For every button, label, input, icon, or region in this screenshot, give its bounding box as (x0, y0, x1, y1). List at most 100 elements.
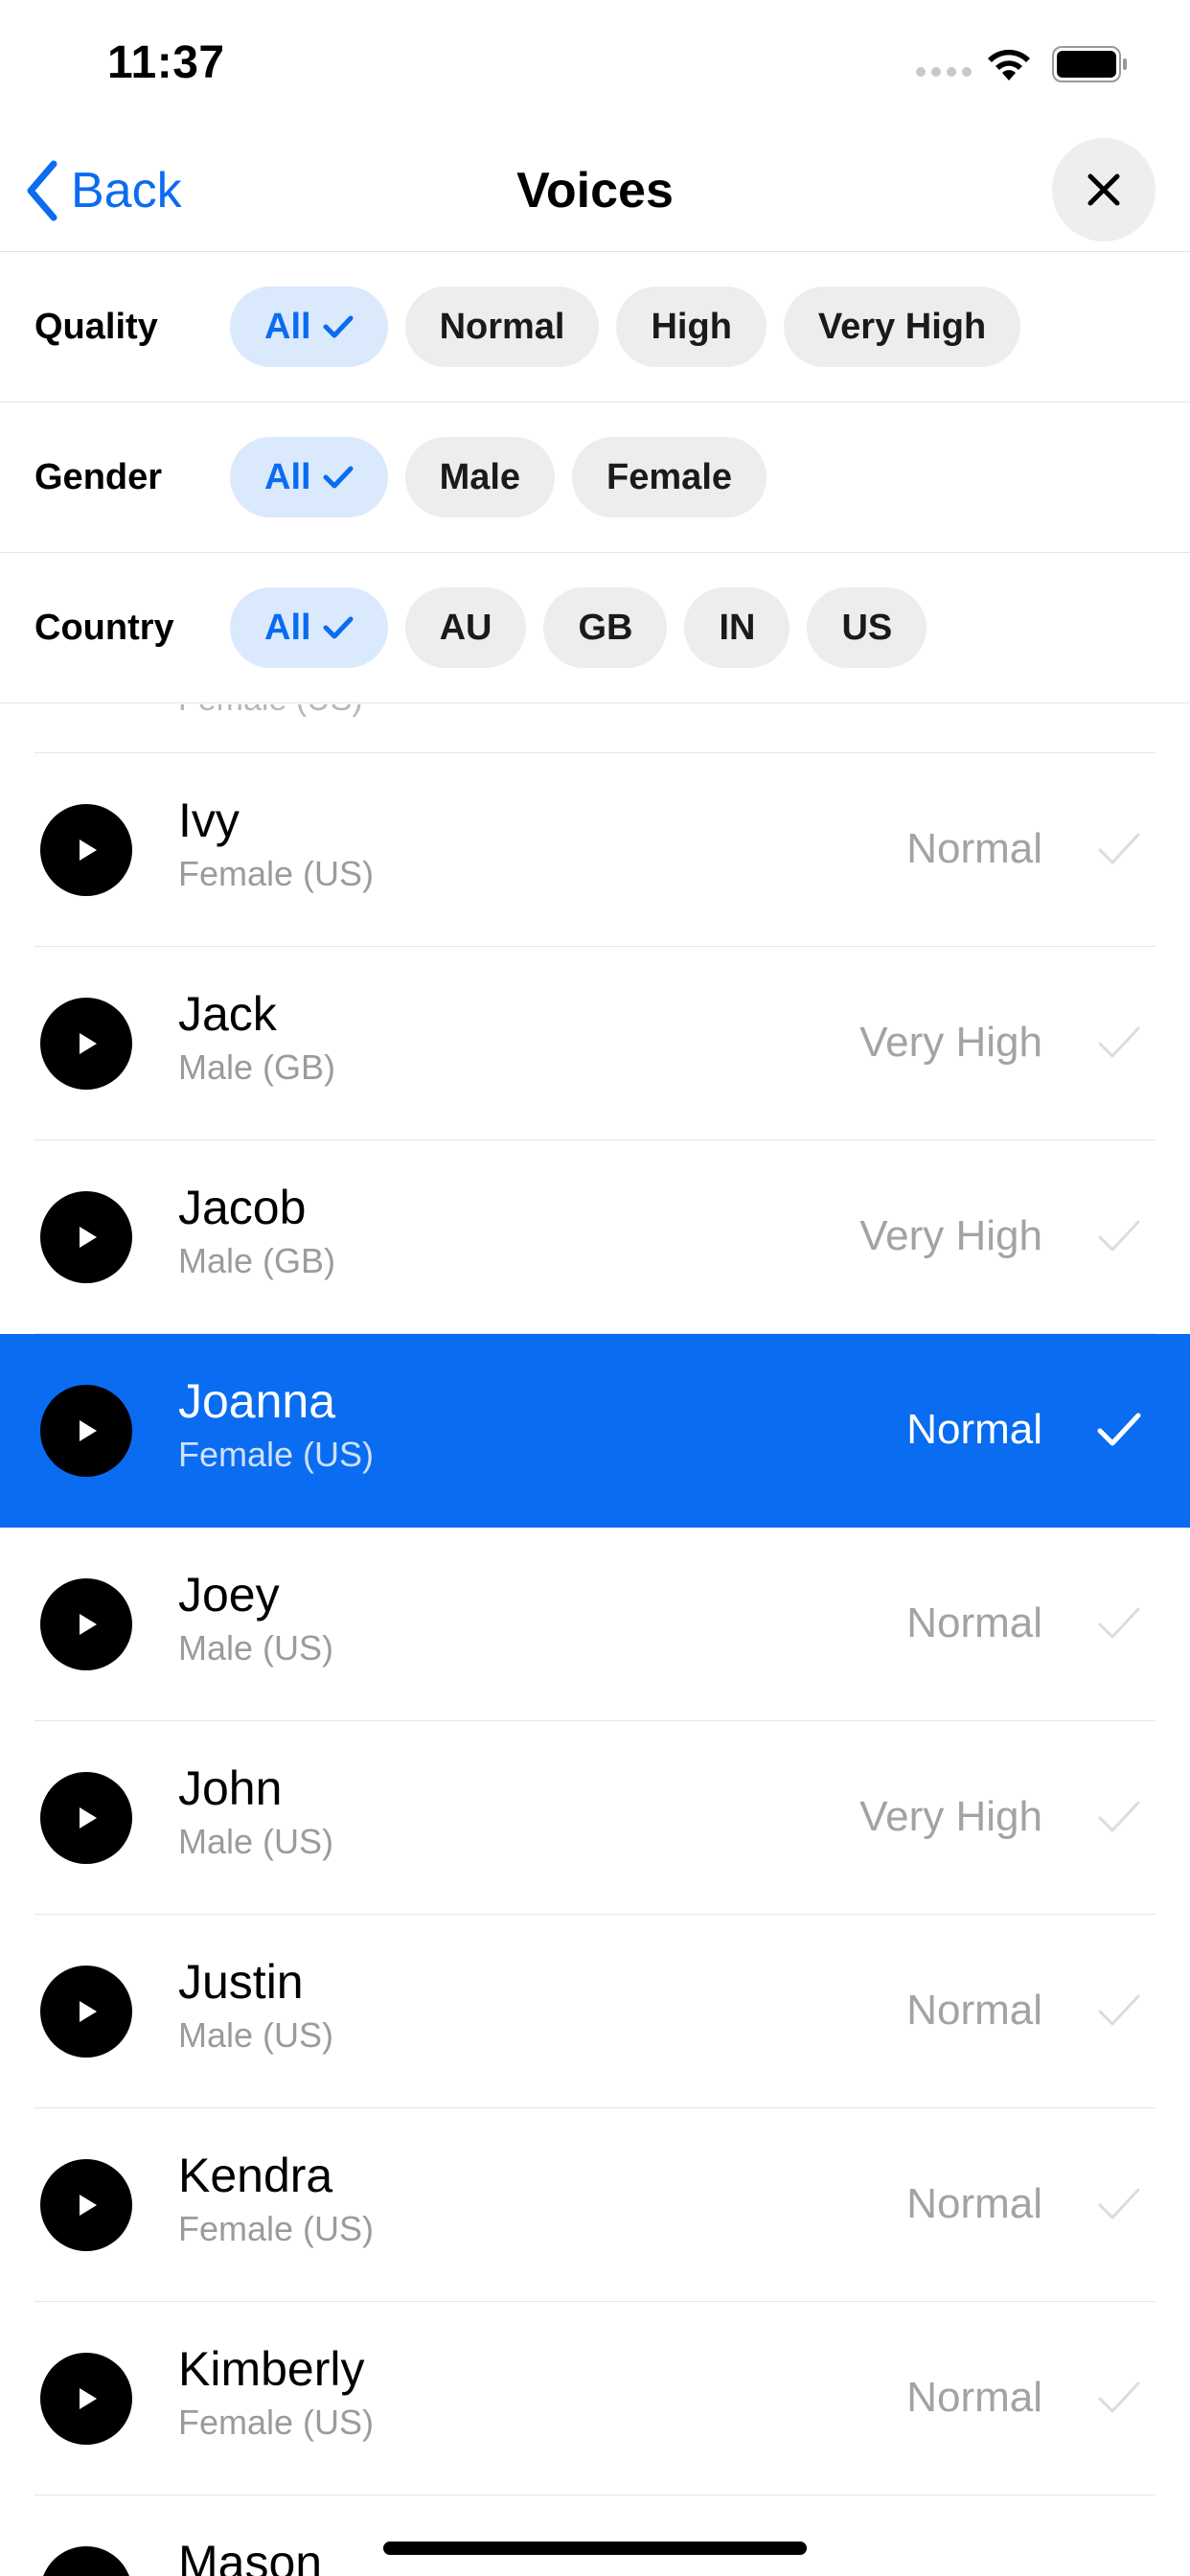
play-button[interactable] (40, 2159, 132, 2251)
chip-label: All (264, 456, 311, 497)
status-bar: 11:37 (0, 0, 1190, 128)
voice-quality: Normal (906, 1406, 1042, 1453)
voice-name: Jack (178, 987, 277, 1041)
play-button[interactable] (40, 1772, 132, 1864)
checkmark-icon (323, 616, 354, 639)
quality-filter-chips: All Normal High Very High (230, 287, 1021, 367)
voice-row[interactable]: Jack Male (GB) Very High (0, 947, 1190, 1140)
play-button[interactable] (40, 998, 132, 1090)
country-chip-gb[interactable]: GB (543, 587, 668, 668)
checkmark-icon (1098, 2381, 1140, 2413)
checkmark-icon (1098, 1220, 1140, 1252)
country-chip-in[interactable]: IN (684, 587, 790, 668)
voice-row[interactable]: Kimberly Female (US) Normal (0, 2302, 1190, 2496)
close-icon (1087, 173, 1120, 206)
voice-row[interactable]: Mason (0, 2496, 1190, 2576)
voice-detail: Male (US) (178, 2015, 334, 2055)
voice-quality: Normal (906, 825, 1042, 872)
voice-detail: Male (US) (178, 1822, 334, 1861)
close-button[interactable] (1052, 138, 1156, 242)
voice-detail: Female (US) (178, 854, 375, 893)
voice-row[interactable]: Joey Male (US) Normal (0, 1528, 1190, 1721)
checkmark-icon (1098, 1607, 1140, 1639)
voice-name: Joanna (178, 1374, 336, 1428)
voice-list[interactable]: Female (US) Ivy Female (US) Normal Jack Male… (0, 704, 1190, 2576)
play-button[interactable] (40, 1578, 132, 1670)
voice-detail: Female (US) (178, 2209, 375, 2248)
checkmark-icon (1098, 2188, 1140, 2220)
country-filter-chips: All AU GB IN US (230, 587, 927, 668)
play-button[interactable] (40, 1191, 132, 1283)
quality-chip-high[interactable]: High (616, 287, 767, 367)
checkmark-icon (1098, 1026, 1140, 1058)
status-time: 11:37 (107, 37, 225, 88)
voice-name: Joey (178, 1568, 280, 1622)
gender-chip-all[interactable]: All (230, 437, 388, 518)
chip-label: AU (439, 607, 492, 648)
gender-filter-row: Gender All Male Female (0, 402, 1190, 553)
quality-chip-very-high[interactable]: Very High (783, 287, 1021, 367)
play-icon (80, 2388, 97, 2409)
play-button[interactable] (40, 1385, 132, 1477)
play-icon (80, 1807, 97, 1828)
chip-label: Female (606, 456, 733, 497)
voice-quality: Normal (906, 1987, 1042, 2034)
battery-icon (1052, 46, 1127, 82)
play-button[interactable] (40, 2546, 132, 2576)
voice-row[interactable]: Kendra Female (US) Normal (0, 2108, 1190, 2302)
wifi-icon (988, 49, 1030, 80)
voice-quality: Normal (906, 1599, 1042, 1646)
chip-label: High (651, 306, 732, 347)
chip-label: IN (719, 607, 756, 648)
voice-row[interactable]: Joanna Female (US) Normal (0, 1334, 1190, 1528)
voice-name: Mason (178, 2536, 323, 2576)
gender-filter-chips: All Male Female (230, 437, 767, 518)
voice-name: John (178, 1761, 283, 1815)
quality-chip-normal[interactable]: Normal (404, 287, 600, 367)
checkmark-icon (323, 315, 354, 338)
gender-chip-male[interactable]: Male (404, 437, 556, 518)
play-icon (80, 2001, 97, 2022)
voice-name: Ivy (178, 794, 240, 847)
chip-label: US (841, 607, 893, 648)
country-chip-all[interactable]: All (230, 587, 388, 668)
voice-quality: Very High (859, 1793, 1042, 1840)
chip-label: All (264, 306, 311, 347)
voice-detail: Female (US) (178, 2403, 375, 2442)
voice-quality: Normal (906, 2374, 1042, 2421)
voice-row[interactable]: Justin Male (US) Normal (0, 1915, 1190, 2108)
voice-detail: Male (GB) (178, 1047, 336, 1087)
home-indicator (383, 2542, 807, 2555)
voice-name: Justin (178, 1955, 304, 2009)
country-chip-us[interactable]: US (807, 587, 927, 668)
quality-chip-all[interactable]: All (230, 287, 388, 367)
chip-label: Very High (817, 306, 987, 347)
voice-row[interactable]: Ivy Female (US) Normal (0, 753, 1190, 947)
partial-row-detail: Female (US) (178, 704, 363, 719)
quality-filter-label: Quality (34, 307, 158, 347)
gender-chip-female[interactable]: Female (572, 437, 767, 518)
play-icon (80, 1227, 97, 1248)
country-filter-label: Country (34, 608, 174, 648)
play-icon (80, 2195, 97, 2216)
voice-name: Kimberly (178, 2342, 365, 2396)
chip-label: GB (578, 607, 633, 648)
voice-row[interactable]: Jacob Male (GB) Very High (0, 1140, 1190, 1334)
voice-row[interactable]: John Male (US) Very High (0, 1721, 1190, 1915)
play-button[interactable] (40, 1966, 132, 2058)
chip-label: All (264, 607, 311, 648)
checkmark-icon (323, 466, 354, 489)
country-chip-au[interactable]: AU (404, 587, 527, 668)
play-button[interactable] (40, 804, 132, 896)
play-icon (80, 1614, 97, 1635)
voice-detail: Male (GB) (178, 1241, 336, 1280)
checkmark-icon (1098, 833, 1140, 864)
play-button[interactable] (40, 2353, 132, 2445)
voice-detail: Female (US) (178, 1435, 375, 1474)
voice-name: Kendra (178, 2149, 333, 2202)
play-icon (80, 1420, 97, 1441)
checkmark-icon (1098, 1801, 1140, 1832)
checkmark-icon (1097, 1413, 1141, 1446)
page-title: Voices (516, 163, 674, 218)
voice-quality: Very High (859, 1212, 1042, 1259)
